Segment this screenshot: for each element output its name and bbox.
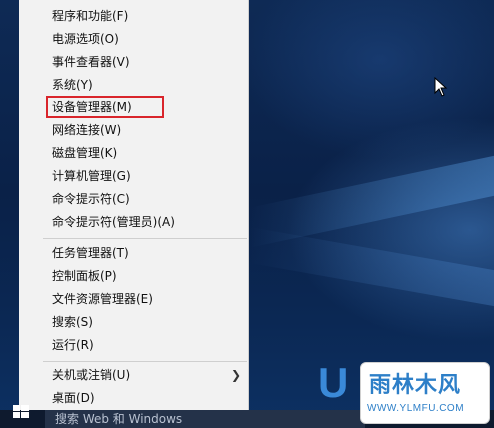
- menu-item-desktop[interactable]: 桌面(D): [19, 387, 248, 410]
- menu-item-shutdown-signout[interactable]: 关机或注销(U) ❯: [19, 364, 248, 387]
- windows-start-icon[interactable]: [12, 404, 30, 420]
- menu-item-system[interactable]: 系统(Y): [19, 74, 248, 97]
- highlight-box: [46, 96, 164, 118]
- menu-item-file-explorer[interactable]: 文件资源管理器(E): [19, 288, 248, 311]
- menu-item-control-panel[interactable]: 控制面板(P): [19, 265, 248, 288]
- taskbar-search-box[interactable]: 搜索 Web 和 Windows: [45, 410, 365, 428]
- menu-item-search[interactable]: 搜索(S): [19, 311, 248, 334]
- menu-item-task-manager[interactable]: 任务管理器(T): [19, 242, 248, 265]
- menu-item-run[interactable]: 运行(R): [19, 334, 248, 357]
- watermark-letter: U: [318, 359, 349, 406]
- menu-item-programs-features[interactable]: 程序和功能(F): [19, 5, 248, 28]
- chevron-right-icon: ❯: [231, 368, 242, 382]
- menu-item-command-prompt-admin[interactable]: 命令提示符(管理员)(A): [19, 211, 248, 234]
- menu-separator: [43, 238, 247, 239]
- menu-item-computer-management[interactable]: 计算机管理(G): [19, 165, 248, 188]
- menu-item-power-options[interactable]: 电源选项(O): [19, 28, 248, 51]
- menu-item-command-prompt[interactable]: 命令提示符(C): [19, 188, 248, 211]
- menu-item-disk-management[interactable]: 磁盘管理(K): [19, 142, 248, 165]
- watermark-url: WWW.YLMFU.COM: [367, 403, 465, 414]
- watermark-logo: 雨林木风 WWW.YLMFU.COM: [360, 362, 490, 424]
- mouse-cursor-icon: [434, 77, 448, 97]
- winx-context-menu: 程序和功能(F) 电源选项(O) 事件查看器(V) 系统(Y) 设备管理器(M)…: [19, 0, 249, 410]
- wallpaper-light-beam: [250, 227, 494, 309]
- menu-item-event-viewer[interactable]: 事件查看器(V): [19, 51, 248, 74]
- menu-item-network-connections[interactable]: 网络连接(W): [19, 119, 248, 142]
- menu-separator: [43, 361, 247, 362]
- watermark-title: 雨林木风: [369, 373, 462, 398]
